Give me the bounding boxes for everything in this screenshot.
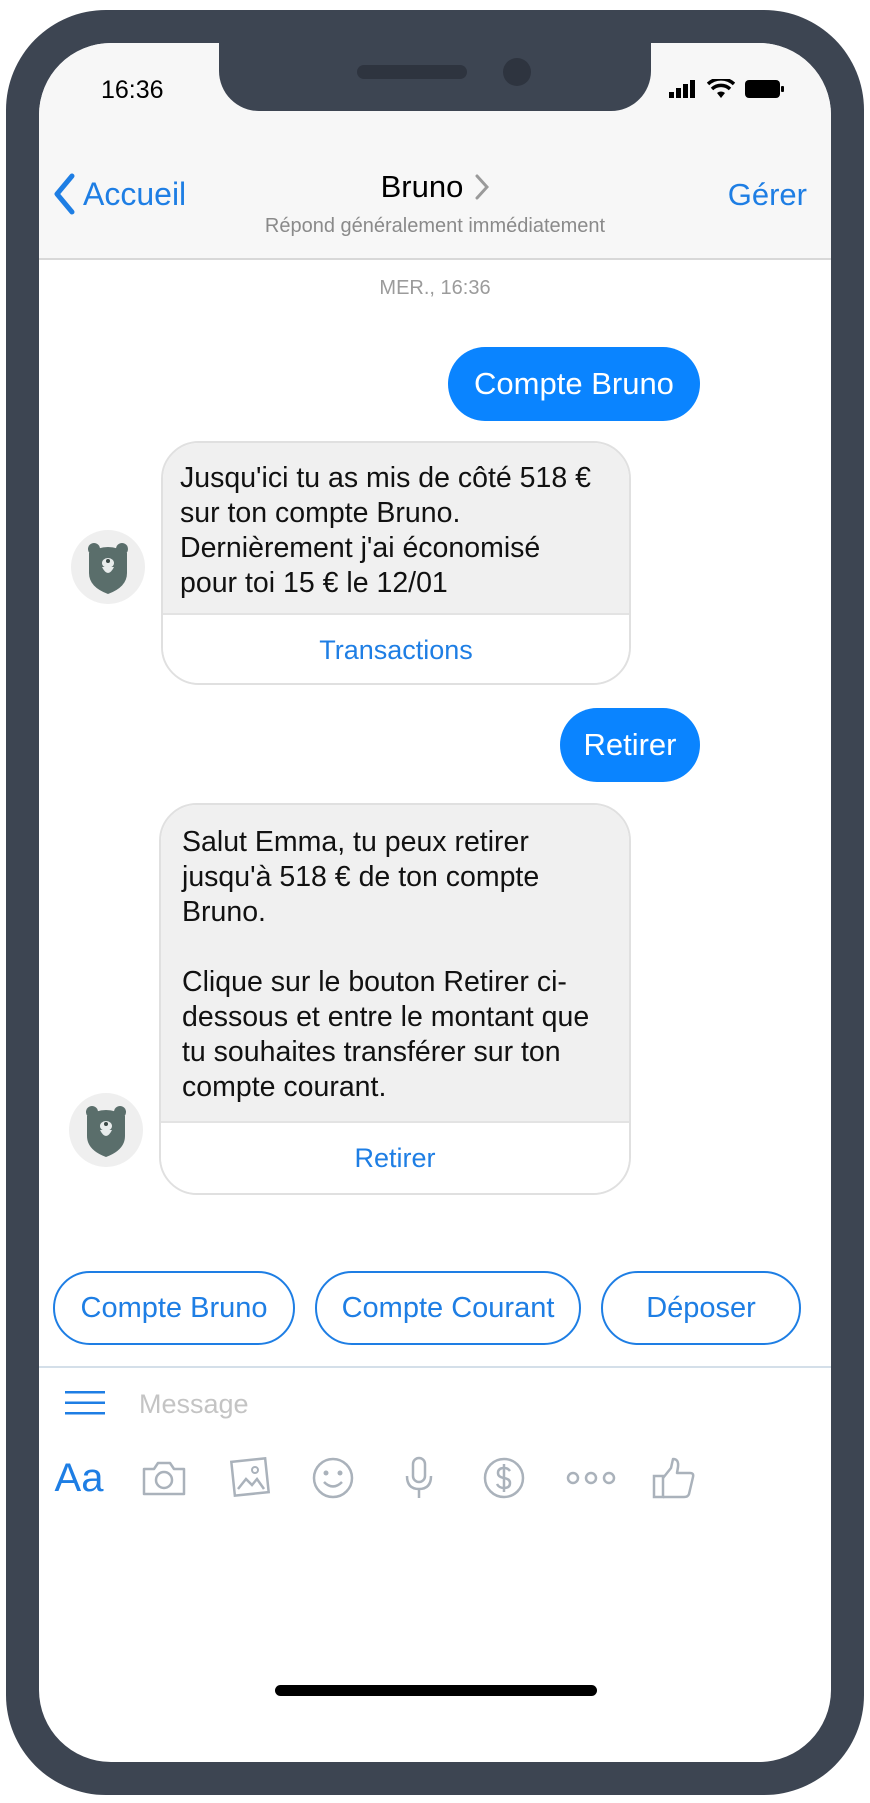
signal-icon — [669, 80, 695, 98]
camera-icon — [142, 1461, 186, 1496]
wifi-icon — [707, 79, 735, 98]
contact-name: Bruno — [380, 169, 464, 204]
front-camera — [503, 58, 531, 86]
text-format-button[interactable]: Aa — [49, 1448, 109, 1508]
user-message-bubble: Compte Bruno — [448, 347, 700, 421]
dollar-icon — [483, 1457, 525, 1499]
bot-avatar — [71, 530, 145, 604]
voice-button[interactable] — [389, 1448, 449, 1508]
message-text: Jusqu'ici tu as mis de côté 518 € sur to… — [163, 443, 629, 613]
bot-message-card: Jusqu'ici tu as mis de côté 518 € sur to… — [161, 441, 631, 685]
quick-replies: Compte Bruno Compte Courant Déposer — [53, 1271, 801, 1345]
message-text: Retirer — [583, 727, 677, 762]
speaker — [357, 65, 467, 79]
message-text: Salut Emma, tu peux retirer jusqu'à 518 … — [161, 805, 629, 1121]
bear-logo-icon — [88, 543, 128, 594]
composer-toolbar: Aa — [39, 1448, 831, 1518]
chevron-right-icon — [475, 174, 490, 200]
bear-logo-icon — [86, 1106, 126, 1157]
smiley-icon — [312, 1457, 354, 1499]
photo-icon — [229, 1457, 271, 1498]
more-button[interactable] — [561, 1448, 621, 1508]
contact-status: Répond généralement immédiatement — [264, 215, 606, 237]
navigation-bar: Accueil Bruno Répond généralement immédi… — [39, 153, 831, 260]
payment-button[interactable] — [474, 1448, 534, 1508]
screen: 16:36 Accueil Bruno Répond généralement … — [39, 43, 831, 1762]
battery-icon — [745, 80, 784, 98]
quick-reply-deposer[interactable]: Déposer — [601, 1271, 801, 1345]
more-dots-icon — [566, 1471, 616, 1485]
message-timestamp: MER., 16:36 — [379, 277, 491, 299]
like-button[interactable] — [644, 1448, 704, 1508]
menu-icon[interactable] — [65, 1390, 105, 1416]
quick-reply-compte-courant[interactable]: Compte Courant — [315, 1271, 581, 1345]
bot-message-card: Salut Emma, tu peux retirer jusqu'à 518 … — [159, 803, 631, 1195]
notch — [219, 43, 651, 111]
phone-frame: 16:36 Accueil Bruno Répond généralement … — [6, 10, 864, 1795]
emoji-button[interactable] — [303, 1448, 363, 1508]
transactions-button[interactable]: Transactions — [163, 613, 629, 683]
status-time: 16:36 — [101, 76, 164, 104]
bot-avatar — [69, 1093, 143, 1167]
status-icons — [669, 79, 785, 99]
gallery-button[interactable] — [219, 1448, 279, 1508]
manage-button[interactable]: Gérer — [728, 177, 807, 213]
user-message-bubble: Retirer — [560, 708, 700, 782]
camera-button[interactable] — [134, 1448, 194, 1508]
message-text: Compte Bruno — [474, 366, 674, 401]
home-indicator[interactable] — [275, 1685, 597, 1696]
thumbs-up-icon — [652, 1457, 695, 1499]
conversation-header: Bruno Répond généralement immédiatement — [39, 169, 831, 238]
withdraw-button[interactable]: Retirer — [161, 1121, 629, 1193]
composer — [39, 1368, 831, 1440]
quick-reply-compte-bruno[interactable]: Compte Bruno — [53, 1271, 295, 1345]
microphone-icon — [405, 1456, 433, 1498]
contact-name-button[interactable]: Bruno — [381, 169, 490, 205]
message-input[interactable] — [139, 1382, 739, 1426]
